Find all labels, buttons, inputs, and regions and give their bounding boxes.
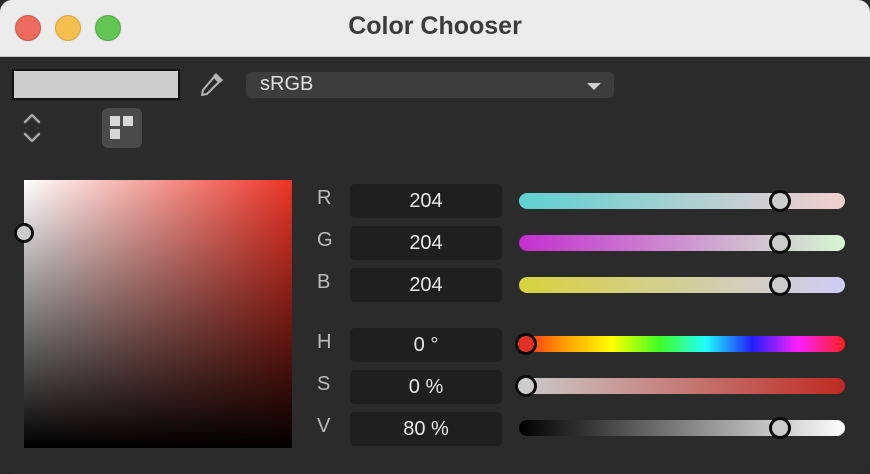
red-value-field[interactable]: 204 [350,184,502,218]
eyedropper-icon[interactable] [197,69,227,99]
saturation-value-handle[interactable] [14,223,34,243]
up-down-chevron-icon [23,113,41,143]
hue-label: H [317,331,332,353]
value-label: V [317,415,331,437]
palette-grid-icon [110,116,133,139]
value-slider[interactable] [519,420,845,436]
color-chooser-window: Color Chooser sRGB R 204 G 204 B 204 H 0… [0,0,870,474]
blue-label: B [317,271,331,293]
red-label: R [317,187,332,209]
title-bar[interactable]: Color Chooser [0,0,870,57]
mode-stepper[interactable] [20,110,44,146]
hue-slider-thumb[interactable] [515,333,537,355]
hue-value-field[interactable]: 0 ° [350,328,502,362]
saturation-slider[interactable] [519,378,845,394]
window-title: Color Chooser [348,12,522,40]
palette-button[interactable] [102,108,142,148]
current-color-swatch [12,69,180,100]
color-space-value: sRGB [260,73,314,95]
blue-slider[interactable] [519,277,845,293]
saturation-label: S [317,373,331,395]
saturation-slider-thumb[interactable] [515,375,537,397]
saturation-value-area[interactable] [24,180,292,448]
blue-value-field[interactable]: 204 [350,268,502,302]
hue-slider[interactable] [519,336,845,352]
green-label: G [317,229,333,251]
color-space-select[interactable]: sRGB [246,72,614,98]
chevron-down-icon [587,83,601,90]
green-slider[interactable] [519,235,845,251]
red-slider[interactable] [519,193,845,209]
saturation-value-field[interactable]: 0 % [350,370,502,404]
green-value-field[interactable]: 204 [350,226,502,260]
value-value-field[interactable]: 80 % [350,412,502,446]
